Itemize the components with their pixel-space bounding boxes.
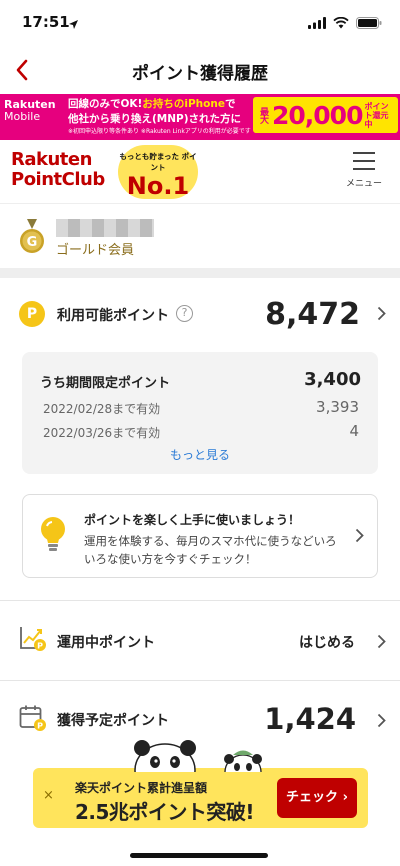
svg-text:P: P [37, 722, 43, 731]
svg-text:P: P [37, 642, 43, 651]
divider [0, 600, 400, 601]
pointclub-logo[interactable]: Rakuten PointClub [11, 150, 105, 190]
limited-points-total: 3,400 [304, 369, 361, 390]
wifi-icon [333, 14, 349, 33]
mobile-promo-line1a: 回線のみでOK! [68, 98, 143, 110]
campaign-banner[interactable]: × 楽天ポイント累計進呈額 2.5兆ポイント突破! チェック › [33, 768, 368, 828]
show-more-link[interactable]: もっと見る [22, 446, 378, 463]
expiry-value-2: 4 [349, 422, 359, 440]
limited-points-label: うち期間限定ポイント [40, 376, 171, 391]
chevron-right-icon [377, 713, 386, 728]
menu-label: メニュー [345, 179, 382, 189]
investment-points-row[interactable]: P 運用中ポイント はじめる [0, 604, 400, 676]
investment-points-label: 運用中ポイント [57, 635, 155, 651]
scheduled-points-label: 獲得予定ポイント [57, 713, 169, 729]
campaign-line2: 2.5兆ポイント突破! [75, 800, 255, 824]
pointclub-header: Rakuten PointClub もっとも貯まった ポイント No.1 メニュ… [0, 140, 400, 204]
bottom-safe-area [0, 828, 400, 866]
pointclub-logo-line2: PointClub [11, 169, 105, 190]
limited-points-box: うち期間限定ポイント 3,400 2022/02/28まで有効 3,393 20… [22, 352, 378, 474]
available-points-label: 利用可能ポイント [57, 308, 169, 324]
member-name-redacted [56, 219, 154, 237]
mobile-promo-amount: 20,000 [272, 100, 363, 130]
lightbulb-icon [39, 515, 67, 559]
chevron-right-icon [355, 528, 364, 543]
hamburger-icon [353, 152, 375, 170]
section-separator [0, 268, 400, 278]
mobile-promo-amount-badge: 最大 20,000 ポイント還元中 [253, 97, 399, 133]
panda-mascot-icon [133, 728, 263, 797]
mobile-promo-suffix: ポイント還元中 [364, 101, 389, 129]
no1-badge-title: No.1 [126, 172, 190, 200]
chart-coin-icon: P [19, 624, 47, 656]
page-title: ポイント獲得履歴 [132, 64, 268, 84]
status-icons [308, 14, 382, 33]
gold-medal-icon: G [19, 219, 45, 259]
status-bar: 17:51 [0, 0, 400, 46]
tips-body: 運用を体験する、毎月のスマホ代に使うなどいろいろな使い方を今すぐチェック！ [84, 534, 337, 566]
home-indicator[interactable] [130, 853, 268, 858]
divider [0, 680, 400, 681]
no1-badge: もっとも貯まった ポイント No.1 [118, 145, 198, 199]
signal-icon [308, 14, 326, 33]
expiry-date-2: 2022/03/26まで有効 [43, 426, 161, 440]
pointclub-logo-line1: Rakuten [11, 149, 92, 170]
close-icon[interactable]: × [43, 788, 54, 803]
tips-card[interactable]: ポイントを楽しく上手に使いましょう！ 運用を体験する、毎月のスマホ代に使うなどい… [22, 494, 378, 578]
scheduled-points-value: 1,424 [264, 702, 356, 736]
chevron-right-icon [377, 306, 386, 321]
chevron-right-icon [377, 634, 386, 649]
available-points-value: 8,472 [265, 297, 360, 332]
battery-icon [356, 14, 382, 33]
status-time: 17:51 [22, 13, 70, 31]
point-coin-icon: P [19, 301, 45, 327]
mobile-promo-max-label: 最大 [258, 107, 268, 123]
mobile-brand-line2: Mobile [4, 110, 41, 124]
menu-button[interactable]: メニュー [342, 150, 386, 196]
member-info: G ゴールド会員 [0, 204, 400, 268]
expiry-value-1: 3,393 [316, 398, 359, 416]
mobile-promo-note: ※初回申込限り等条件あり ※Rakuten Linkアプリの利用が必要です [68, 128, 251, 135]
campaign-line1: 楽天ポイント累計進呈額 [75, 781, 208, 795]
calendar-coin-icon: P [19, 704, 47, 736]
mobile-promo-line1b: お持ちのiPhone [142, 98, 225, 110]
mobile-promo-line2: 他社から乗り換え(MNP)された方に [68, 113, 242, 125]
mobile-promo-banner[interactable]: Rakuten Mobile 回線のみでOK!お持ちのiPhoneで 他社から乗… [0, 94, 400, 140]
medal-letter: G [27, 235, 38, 250]
tips-title: ポイントを楽しく上手に使いましょう！ [84, 513, 301, 527]
investment-start-button[interactable]: はじめる [299, 632, 355, 652]
check-button[interactable]: チェック › [277, 778, 357, 818]
mobile-promo-line1c: で [224, 98, 236, 110]
nav-header: ポイント獲得履歴 [0, 46, 400, 94]
available-points-row[interactable]: P 利用可能ポイント ? 8,472 [0, 278, 400, 350]
member-rank: ゴールド会員 [56, 243, 135, 258]
mobile-brand-logo: Rakuten Mobile [4, 98, 58, 124]
expiry-date-1: 2022/02/28まで有効 [43, 402, 161, 416]
no1-badge-caption: もっとも貯まった ポイント [119, 152, 197, 172]
location-arrow-icon [68, 15, 79, 34]
mobile-promo-text: 回線のみでOK!お持ちのiPhoneで 他社から乗り換え(MNP)された方に [68, 97, 241, 127]
help-icon[interactable]: ? [176, 305, 193, 322]
